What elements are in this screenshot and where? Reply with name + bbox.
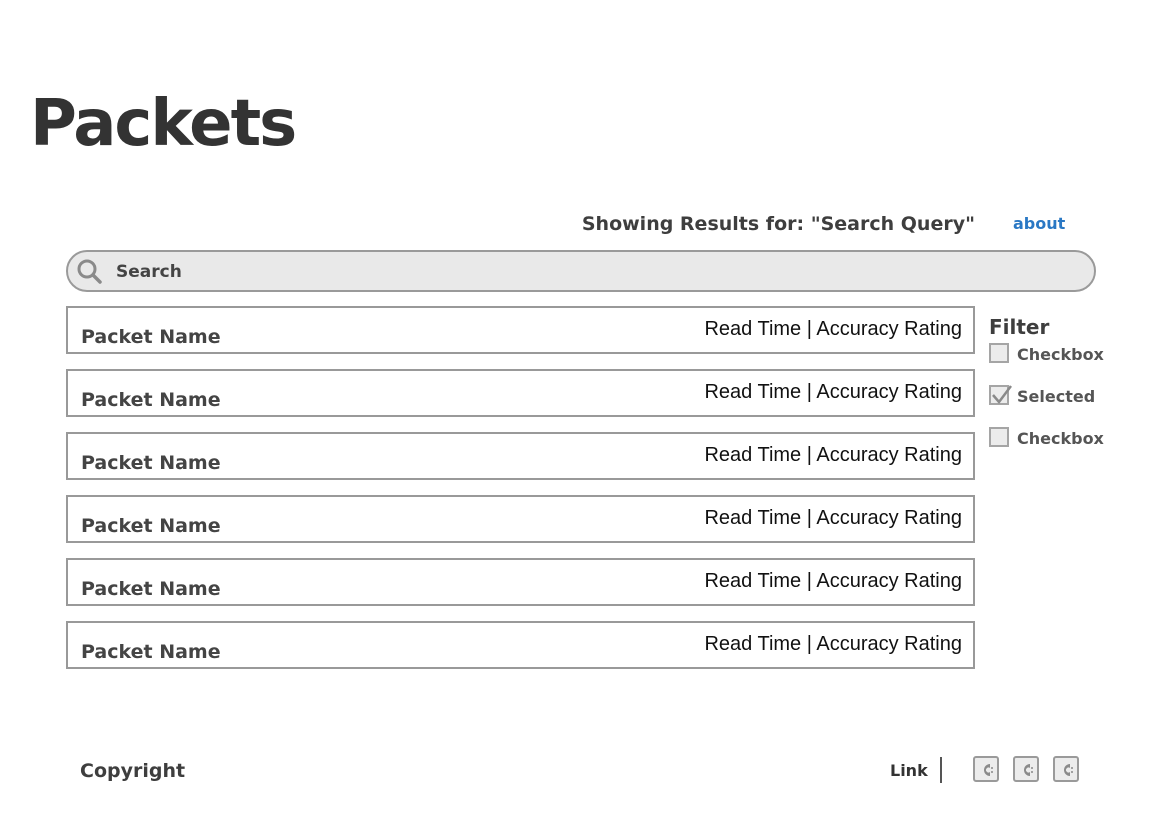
packet-name: Packet Name [81,389,221,411]
checkbox[interactable] [989,427,1009,447]
filter-panel: Filter Checkbox Selected Checkbox [989,315,1169,469]
packet-row[interactable]: Packet Name Read Time | Accuracy Rating [66,306,975,354]
page-title: Packets [30,87,297,161]
packet-row[interactable]: Packet Name Read Time | Accuracy Rating [66,432,975,480]
social-icon[interactable] [973,756,999,782]
social-icon[interactable] [1053,756,1079,782]
filter-option-label: Selected [1017,387,1096,406]
packet-meta: Read Time | Accuracy Rating [704,318,962,340]
filter-option-label: Checkbox [1017,429,1104,448]
search-icon[interactable] [76,258,104,286]
checkmark-icon [992,385,1012,404]
packet-row[interactable]: Packet Name Read Time | Accuracy Rating [66,495,975,543]
filter-option-selected[interactable]: Selected [989,385,1169,427]
packet-meta: Read Time | Accuracy Rating [704,381,962,403]
packet-meta: Read Time | Accuracy Rating [704,633,962,655]
footer-copyright: Copyright [80,760,186,782]
about-link[interactable]: about [1013,214,1065,233]
packet-meta: Read Time | Accuracy Rating [704,444,962,466]
packet-meta: Read Time | Accuracy Rating [704,507,962,529]
packet-row[interactable]: Packet Name Read Time | Accuracy Rating [66,369,975,417]
footer-link[interactable]: Link [890,761,928,780]
packet-name: Packet Name [81,326,221,348]
packet-row[interactable]: Packet Name Read Time | Accuracy Rating [66,621,975,669]
search-input[interactable] [116,259,1016,285]
filter-option-checkbox-1[interactable]: Checkbox [989,343,1169,385]
packet-name: Packet Name [81,452,221,474]
packet-name: Packet Name [81,515,221,537]
packet-name: Packet Name [81,578,221,600]
packet-name: Packet Name [81,641,221,663]
checkbox[interactable] [989,343,1009,363]
packet-meta: Read Time | Accuracy Rating [704,570,962,592]
packet-row[interactable]: Packet Name Read Time | Accuracy Rating [66,558,975,606]
footer-divider [940,757,942,783]
social-icon[interactable] [1013,756,1039,782]
search-bar[interactable] [66,250,1096,292]
filter-option-checkbox-2[interactable]: Checkbox [989,427,1169,469]
checkbox-checked[interactable] [989,385,1012,405]
filter-option-label: Checkbox [1017,345,1104,364]
results-heading: Showing Results for: "Search Query" [581,213,975,235]
packet-list: Packet Name Read Time | Accuracy Rating … [66,306,975,684]
filter-title: Filter [989,315,1050,339]
